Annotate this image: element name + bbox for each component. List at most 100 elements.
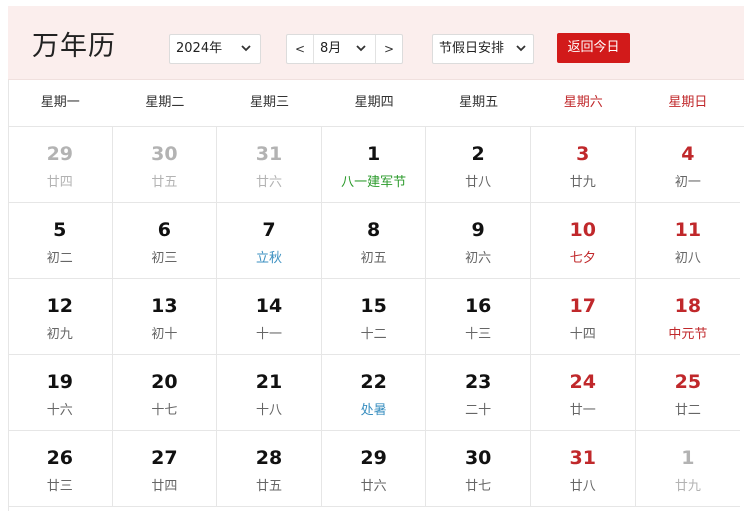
day-cell[interactable]: 17 十四: [530, 279, 636, 355]
day-lunar-date: 廿八: [569, 479, 596, 494]
day-cell[interactable]: 30 廿五: [112, 127, 218, 203]
month-select-value[interactable]: 8月: [320, 35, 341, 63]
calendar-grid: 29 廿四 30 廿五 31 廿六 1 八一建军节 2 廿八 3 廿九 4 初一 5 初二 6 初三 7 立秋 8 初五 9…: [8, 127, 744, 511]
day-cell[interactable]: 29 廿四: [8, 127, 113, 203]
day-lunar-date: 初一: [674, 175, 701, 190]
day-cell[interactable]: 30 廿七: [426, 431, 531, 507]
day-solar-date: 29: [46, 143, 74, 165]
day-solar-date: 15: [360, 295, 387, 317]
day-lunar-date: 廿五: [255, 479, 282, 494]
day-cell[interactable]: 3 廿九: [530, 127, 636, 203]
weekday-label: 星期日: [668, 95, 708, 110]
day-solar-date: 11: [674, 219, 702, 241]
prev-month-button[interactable]: <: [287, 35, 314, 63]
chevron-down-icon[interactable]: [355, 35, 367, 73]
day-cell[interactable]: 20 十七: [112, 355, 218, 431]
day-cell[interactable]: 10 七夕: [530, 203, 636, 279]
year-select[interactable]: 2024年: [169, 34, 261, 64]
day-solar-date: 13: [151, 295, 178, 317]
day-solar-date: 9: [471, 219, 485, 241]
day-lunar-date: 廿九: [569, 175, 596, 190]
day-lunar-date: 立秋: [255, 251, 282, 266]
day-lunar-date: 二十: [465, 403, 492, 418]
weekday-label: 星期四: [354, 95, 394, 110]
day-lunar-date: 十二: [360, 327, 387, 342]
calendar-week-row: 19 十六 20 十七 21 十八 22 处暑 23 二十 24 廿一 25 廿二: [8, 355, 744, 431]
day-solar-date: 29: [360, 447, 387, 469]
day-cell[interactable]: 9 初六: [426, 203, 531, 279]
day-cell[interactable]: 22 处暑: [321, 355, 427, 431]
next-month-button[interactable]: >: [375, 35, 402, 63]
calendar-header: 万年历 2024年 < 8月 > 节假日安排 返回今日: [8, 6, 744, 80]
day-cell[interactable]: 4 初一: [635, 127, 741, 203]
day-solar-date: 26: [46, 447, 74, 469]
day-solar-date: 31: [569, 447, 596, 469]
day-cell[interactable]: 12 初九: [8, 279, 113, 355]
day-solar-date: 25: [674, 371, 702, 393]
day-cell[interactable]: 29 廿六: [321, 431, 427, 507]
day-cell[interactable]: 1 八一建军节: [321, 127, 427, 203]
day-cell[interactable]: 28 廿五: [217, 431, 322, 507]
day-solar-date: 30: [464, 447, 492, 469]
day-solar-date: 17: [569, 295, 596, 317]
day-lunar-date: 廿九: [674, 479, 701, 494]
day-solar-date: 2: [471, 143, 485, 165]
day-cell[interactable]: 13 初十: [112, 279, 218, 355]
day-cell[interactable]: 8 初五: [321, 203, 427, 279]
day-cell[interactable]: 18 中元节: [635, 279, 741, 355]
day-cell[interactable]: 15 十二: [321, 279, 427, 355]
day-lunar-date: 廿三: [46, 479, 73, 494]
weekday-label: 星期三: [249, 95, 289, 110]
day-lunar-date: 初八: [674, 251, 701, 266]
day-cell[interactable]: 7 立秋: [217, 203, 322, 279]
day-lunar-date: 初三: [151, 251, 178, 266]
day-lunar-date: 十八: [255, 403, 282, 418]
day-solar-date: 22: [360, 371, 387, 393]
day-lunar-date: 廿二: [674, 403, 701, 418]
day-cell[interactable]: 19 十六: [8, 355, 113, 431]
day-solar-date: 21: [255, 371, 283, 393]
day-cell[interactable]: 16 十三: [426, 279, 531, 355]
day-solar-date: 19: [46, 371, 74, 393]
day-solar-date: 1: [681, 447, 695, 469]
day-solar-date: 31: [255, 143, 283, 165]
day-cell[interactable]: 6 初三: [112, 203, 218, 279]
day-solar-date: 3: [576, 143, 590, 165]
back-to-today-button[interactable]: 返回今日: [557, 33, 630, 63]
day-cell[interactable]: 11 初八: [635, 203, 741, 279]
day-lunar-date: 十七: [151, 403, 178, 418]
day-lunar-date: 廿四: [46, 175, 73, 190]
day-cell[interactable]: 31 廿六: [217, 127, 322, 203]
calendar-week-row: 26 廿三 27 廿四 28 廿五 29 廿六 30 廿七 31 廿八 1 廿九: [8, 431, 744, 507]
day-cell[interactable]: 27 廿四: [112, 431, 218, 507]
day-solar-date: 16: [464, 295, 492, 317]
weekday-label: 星期一: [40, 95, 80, 110]
day-solar-date: 4: [681, 143, 695, 165]
day-cell[interactable]: 31 廿八: [530, 431, 636, 507]
day-cell[interactable]: 2 廿八: [426, 127, 531, 203]
day-solar-date: 6: [157, 219, 171, 241]
day-cell[interactable]: 23 二十: [426, 355, 531, 431]
holiday-select[interactable]: 节假日安排: [432, 34, 534, 64]
day-lunar-date: 廿六: [255, 175, 282, 190]
day-lunar-date: 廿四: [151, 479, 178, 494]
chevron-down-icon: [240, 35, 252, 73]
day-cell[interactable]: 26 廿三: [8, 431, 113, 507]
calendar-week-row: 29 廿四 30 廿五 31 廿六 1 八一建军节 2 廿八 3 廿九 4 初一: [8, 127, 744, 203]
day-cell[interactable]: 5 初二: [8, 203, 113, 279]
chevron-down-icon: [515, 35, 527, 73]
holiday-select-value: 节假日安排: [439, 41, 505, 56]
day-solar-date: 24: [569, 371, 596, 393]
day-solar-date: 14: [255, 295, 283, 317]
day-cell[interactable]: 1 廿九: [635, 431, 741, 507]
day-lunar-date: 廿一: [569, 403, 596, 418]
day-cell[interactable]: 24 廿一: [530, 355, 636, 431]
day-cell[interactable]: 14 十一: [217, 279, 322, 355]
day-solar-date: 10: [569, 219, 596, 241]
day-cell[interactable]: 21 十八: [217, 355, 322, 431]
calendar-week-row: 5 初二 6 初三 7 立秋 8 初五 9 初六 10 七夕 11 初八: [8, 203, 744, 279]
day-lunar-date: 处暑: [360, 403, 387, 418]
day-solar-date: 28: [255, 447, 283, 469]
month-navigator: < 8月 >: [286, 34, 403, 64]
day-cell[interactable]: 25 廿二: [635, 355, 741, 431]
